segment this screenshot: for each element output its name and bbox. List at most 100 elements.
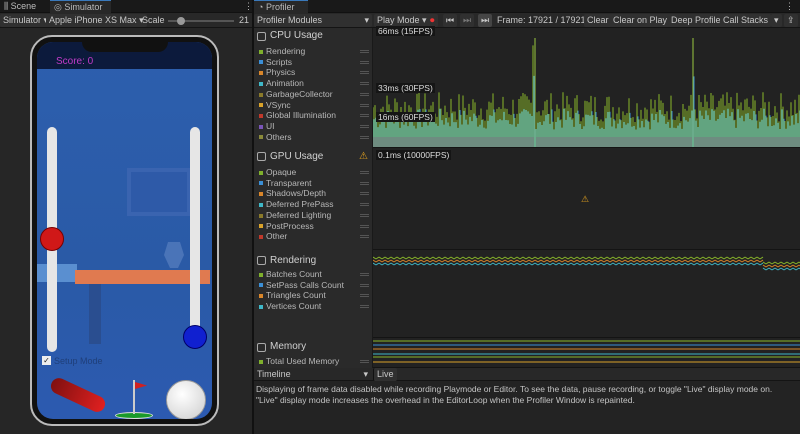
legend-item-physics[interactable]: Physics (259, 67, 371, 77)
rendering-chart[interactable] (372, 250, 800, 338)
drag-handle-icon[interactable] (360, 181, 369, 185)
legend-item-garbagecollector[interactable]: GarbageCollector (259, 89, 371, 99)
drag-handle-icon[interactable] (360, 60, 369, 64)
legend-item-setpass-calls-count[interactable]: SetPass Calls Count (259, 280, 371, 290)
rendering-line (702, 259, 707, 263)
legend-item-deferred-prepass[interactable]: Deferred PrePass (259, 199, 371, 209)
drag-handle-icon[interactable] (360, 235, 369, 239)
drag-handle-icon[interactable] (360, 124, 369, 128)
drag-handle-icon[interactable] (360, 203, 369, 207)
drag-handle-icon[interactable] (360, 192, 369, 196)
simulator-mode-dropdown[interactable]: Simulator ▾ (0, 14, 52, 27)
legend-item-animation[interactable]: Animation (259, 78, 371, 88)
legend-item-transparent[interactable]: Transparent (259, 178, 371, 188)
drag-handle-icon[interactable] (360, 171, 369, 174)
flashlight-item[interactable] (48, 375, 108, 415)
gpu-module-legend[interactable]: GPU Usage ⚠ Opaque Transparent Shadows/Dep… (254, 148, 373, 250)
legend-item-opaque[interactable]: Opaque (259, 167, 371, 177)
legend-item-others[interactable]: Others (259, 132, 371, 142)
call-stacks-button[interactable]: Call Stacks (720, 14, 772, 27)
next-frame-button[interactable]: ⏭ (460, 14, 475, 27)
drag-handle-icon[interactable] (360, 50, 369, 53)
baseball-item[interactable] (166, 380, 206, 419)
tab-simulator[interactable]: ◎ Simulator (50, 0, 111, 13)
rendering-line (654, 262, 659, 266)
warning-icon[interactable]: ⚠ (359, 151, 368, 162)
deep-profile-button[interactable]: Deep Profile (668, 14, 724, 27)
right-slider-track[interactable] (190, 127, 200, 342)
rendering-line (498, 262, 503, 266)
right-slider-handle[interactable] (183, 325, 207, 349)
drag-handle-icon[interactable] (360, 224, 369, 228)
scale-slider[interactable] (168, 17, 234, 25)
first-frame-button[interactable]: ⏮ (443, 14, 458, 27)
save-icon[interactable]: ⇪ (784, 14, 798, 27)
drag-handle-icon[interactable] (360, 283, 369, 287)
series-swatch (259, 92, 263, 97)
drag-handle-icon[interactable] (360, 114, 369, 118)
gpu-chart[interactable]: 0.1ms (10000FPS) ⚠ (373, 148, 800, 250)
view-dropdown[interactable]: Timeline ▾ (254, 368, 372, 381)
legend-item-shadows-depth[interactable]: Shadows/Depth (259, 188, 371, 198)
rendering-line (549, 259, 554, 263)
rendering-line (375, 256, 380, 260)
rendering-line (549, 256, 554, 260)
legend-item-total-used-memory[interactable]: Total Used Memory (259, 356, 371, 366)
rendering-line (546, 259, 551, 263)
rendering-line (729, 262, 734, 266)
tab-scene[interactable]: ⫼ Scene (0, 0, 42, 13)
scene-icon: ⫼ (4, 1, 11, 11)
rendering-line (459, 262, 464, 266)
rendering-module-legend[interactable]: Rendering Batches Count SetPass Calls Cou… (254, 250, 373, 338)
setup-mode-checkbox[interactable]: ✓ (42, 356, 51, 365)
series-swatch (259, 71, 263, 76)
drag-handle-icon[interactable] (360, 305, 369, 309)
memory-chart[interactable] (373, 338, 800, 368)
rendering-line (561, 256, 566, 260)
drag-handle-icon[interactable] (360, 273, 369, 276)
game-screen[interactable]: Score: 0 ✓ Setup Mode (37, 42, 212, 419)
drag-handle-icon[interactable] (360, 92, 369, 96)
legend-item-triangles-count[interactable]: Triangles Count (259, 290, 371, 300)
legend-item-global-illumination[interactable]: Global Illumination (259, 110, 371, 120)
cpu-chart[interactable]: 66ms (15FPS) 33ms (30FPS) 16ms (60FPS) (372, 26, 800, 148)
legend-item-scripts[interactable]: Scripts (259, 57, 371, 67)
drag-handle-icon[interactable] (360, 103, 369, 107)
legend-item-vsync[interactable]: VSync (259, 100, 371, 110)
drag-handle-icon[interactable] (360, 213, 369, 217)
scale-slider-handle[interactable] (177, 17, 185, 25)
drag-handle-icon[interactable] (360, 82, 369, 86)
cpu-chart-svg (372, 38, 800, 147)
legend-item-postprocess[interactable]: PostProcess (259, 221, 371, 231)
profiler-more-button[interactable]: ⋮ (781, 0, 800, 13)
rendering-line (744, 259, 749, 263)
clear-on-play-button[interactable]: Clear on Play (610, 14, 671, 27)
legend-item-ui[interactable]: UI (259, 121, 371, 131)
tab-profiler[interactable]: ◔ Profiler (254, 0, 308, 13)
rendering-line (519, 262, 524, 266)
rendering-line (588, 256, 593, 260)
drag-handle-icon[interactable] (360, 294, 369, 298)
legend-item-vertices-count[interactable]: Vertices Count (259, 301, 371, 311)
legend-item-rendering[interactable]: Rendering (259, 46, 371, 56)
legend-item-deferred-lighting[interactable]: Deferred Lighting (259, 210, 371, 220)
clear-button[interactable]: Clear (584, 14, 612, 27)
rendering-line (471, 259, 476, 263)
legend-item-batches-count[interactable]: Batches Count (259, 269, 371, 279)
drag-handle-icon[interactable] (360, 71, 369, 75)
profiler-modules-dropdown[interactable]: Profiler Modules ▾ (254, 14, 372, 27)
drag-handle-icon[interactable] (360, 135, 369, 139)
rendering-line (582, 259, 587, 263)
rendering-line (693, 259, 698, 263)
call-stacks-dropdown[interactable]: ▾ (771, 14, 782, 27)
drag-handle-icon[interactable] (360, 360, 369, 363)
cpu-module-legend[interactable]: CPU Usage Rendering Scripts Physics Animati… (254, 28, 373, 148)
memory-module-legend[interactable]: Memory Total Used Memory (254, 338, 373, 368)
live-toggle[interactable]: Live (373, 368, 397, 381)
current-frame-button[interactable]: ⏭ (478, 14, 493, 27)
device-dropdown[interactable]: Apple iPhone XS Max ▾ (46, 14, 147, 27)
rendering-line (714, 256, 719, 260)
left-slider-handle[interactable] (40, 227, 64, 251)
rendering-line (726, 256, 731, 260)
legend-item-other[interactable]: Other (259, 231, 371, 241)
